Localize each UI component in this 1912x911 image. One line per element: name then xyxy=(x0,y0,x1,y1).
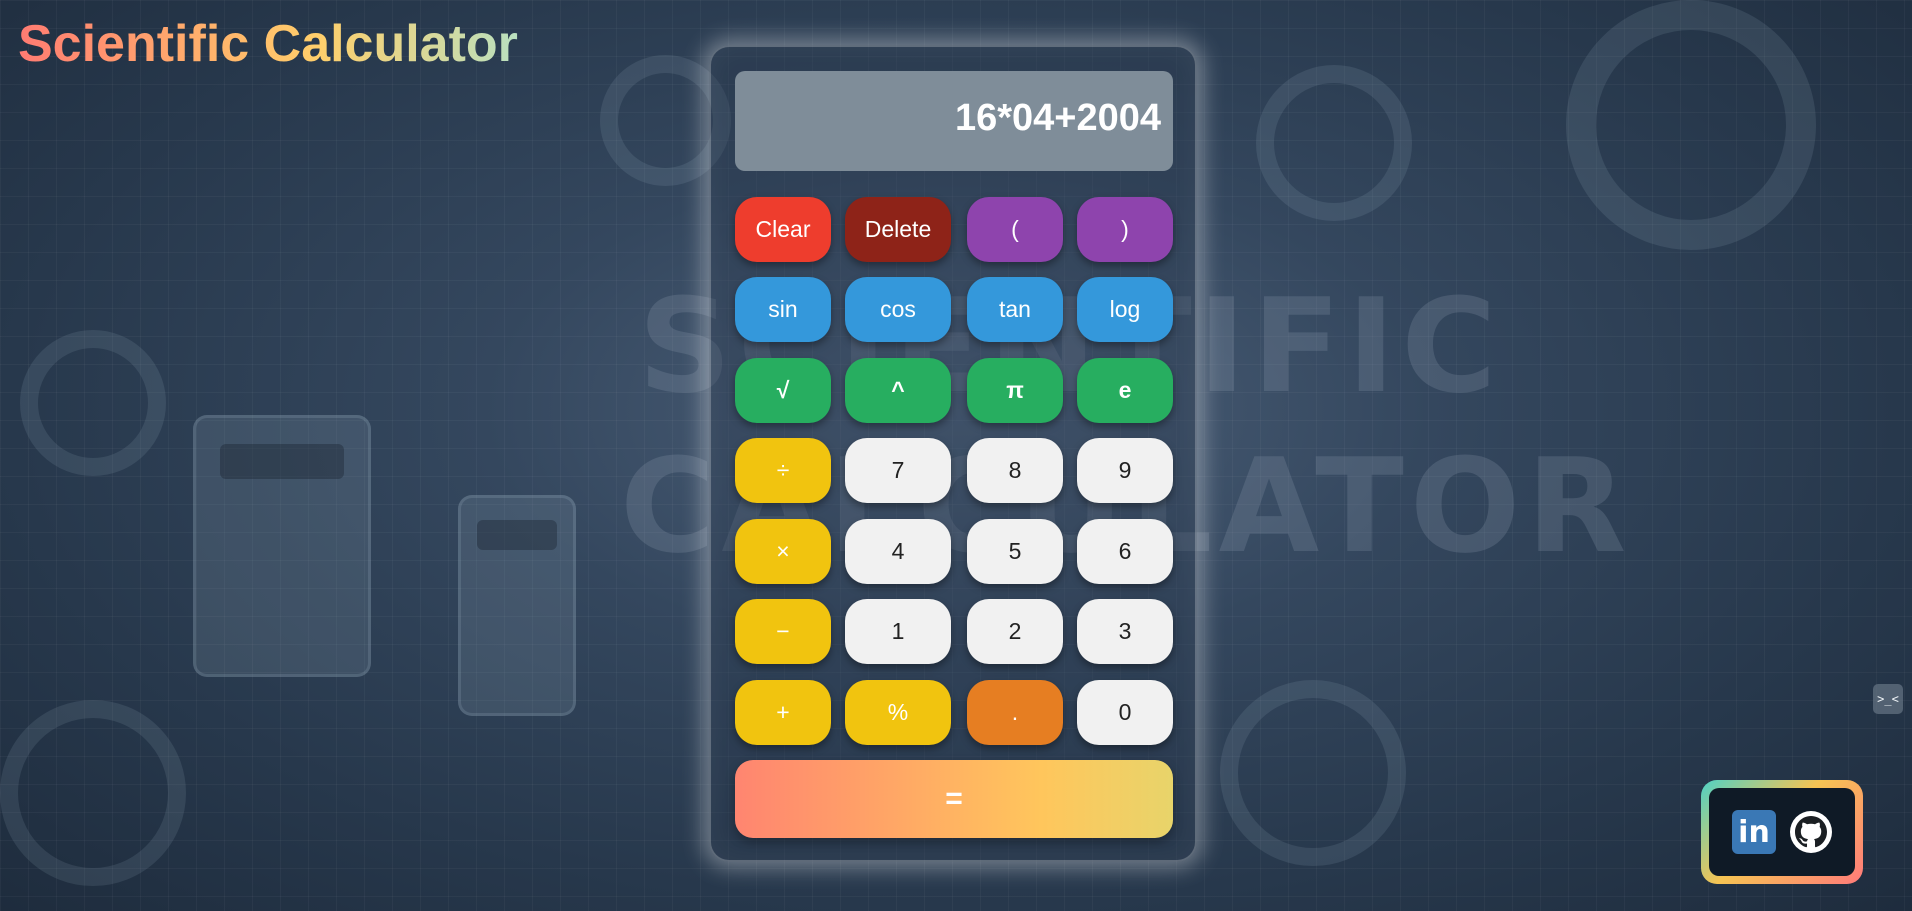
open-paren-button[interactable]: ( xyxy=(967,197,1063,262)
social-links-inner: in xyxy=(1709,788,1855,876)
digit-5-button[interactable]: 5 xyxy=(967,519,1063,584)
digit-7-button[interactable]: 7 xyxy=(845,438,951,503)
social-links: in xyxy=(1701,780,1863,884)
multiply-button[interactable]: × xyxy=(735,519,831,584)
log-button[interactable]: log xyxy=(1077,277,1173,342)
digit-9-button[interactable]: 9 xyxy=(1077,438,1173,503)
add-button[interactable]: + xyxy=(735,680,831,745)
sqrt-button[interactable]: √ xyxy=(735,358,831,423)
power-button[interactable]: ^ xyxy=(845,358,951,423)
digit-2-button[interactable]: 2 xyxy=(967,599,1063,664)
digit-0-button[interactable]: 0 xyxy=(1077,680,1173,745)
background-ring xyxy=(1566,0,1816,250)
background-ring xyxy=(0,700,186,886)
sin-button[interactable]: sin xyxy=(735,277,831,342)
equals-button[interactable]: = xyxy=(735,760,1173,838)
euler-button[interactable]: e xyxy=(1077,358,1173,423)
terminal-icon[interactable]: >_< xyxy=(1873,684,1903,714)
github-icon[interactable] xyxy=(1790,811,1832,853)
tan-button[interactable]: tan xyxy=(967,277,1063,342)
background-ring xyxy=(1256,65,1412,221)
background-ring xyxy=(1220,680,1406,866)
background-calculator xyxy=(193,415,371,677)
divide-button[interactable]: ÷ xyxy=(735,438,831,503)
digit-1-button[interactable]: 1 xyxy=(845,599,951,664)
background-ring xyxy=(20,330,166,476)
calculator-display[interactable]: 16*04+2004 xyxy=(735,71,1173,171)
background-calculator xyxy=(458,495,576,716)
digit-3-button[interactable]: 3 xyxy=(1077,599,1173,664)
digit-4-button[interactable]: 4 xyxy=(845,519,951,584)
app-title: Scientific Calculator xyxy=(18,12,518,76)
app-title-part1: Scientific xyxy=(18,15,250,73)
calculator-panel: 16*04+2004 Clear Delete ( ) sin cos tan … xyxy=(709,45,1197,862)
linkedin-icon[interactable]: in xyxy=(1732,810,1776,854)
delete-button[interactable]: Delete xyxy=(845,197,951,262)
pi-button[interactable]: π xyxy=(967,358,1063,423)
cos-button[interactable]: cos xyxy=(845,277,951,342)
close-paren-button[interactable]: ) xyxy=(1077,197,1173,262)
clear-button[interactable]: Clear xyxy=(735,197,831,262)
percent-button[interactable]: % xyxy=(845,680,951,745)
decimal-button[interactable]: . xyxy=(967,680,1063,745)
subtract-button[interactable]: − xyxy=(735,599,831,664)
app-title-part2: Calculator xyxy=(249,15,518,73)
digit-8-button[interactable]: 8 xyxy=(967,438,1063,503)
digit-6-button[interactable]: 6 xyxy=(1077,519,1173,584)
